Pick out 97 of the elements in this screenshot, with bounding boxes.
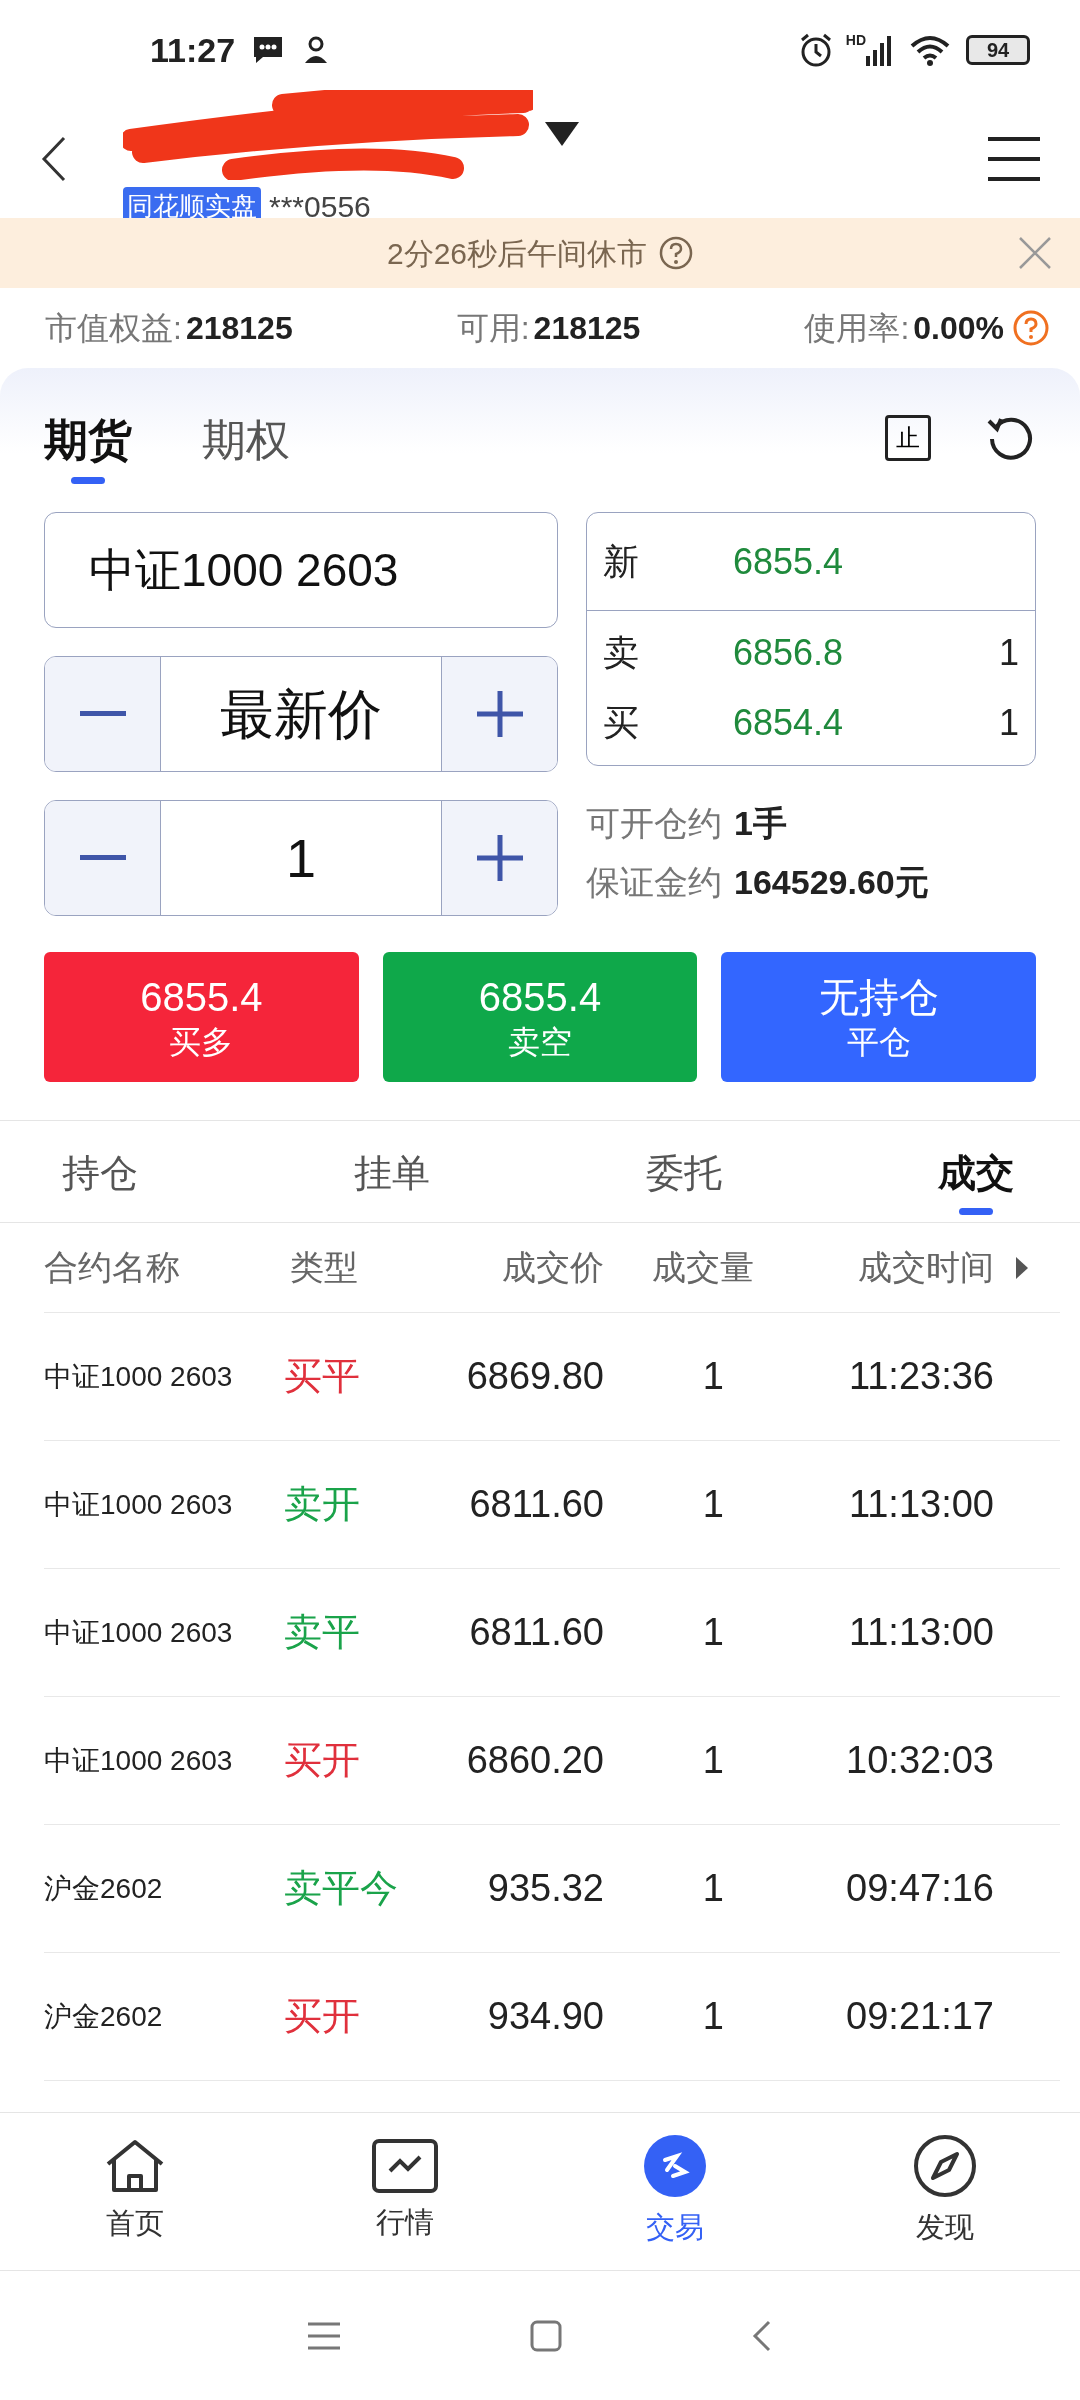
volume-cell-text: 1: [701, 1866, 724, 1911]
info-value: 164529.60元: [734, 862, 929, 903]
volume-cell-text: 1: [701, 1482, 724, 1527]
column-header: 成交量: [651, 1247, 754, 1288]
trade-type: 卖开: [284, 1482, 361, 1527]
price-cell-text: 6811.60: [468, 1610, 604, 1655]
contract-cell-text: 中证1000 2603: [44, 1743, 234, 1778]
price-cell-text: 934.90: [486, 1994, 604, 2039]
stepper-field[interactable]: 1: [44, 800, 558, 916]
summary-label: 市值权益:: [45, 309, 182, 348]
compass-icon: [913, 2133, 977, 2198]
plus-icon: [476, 835, 523, 881]
stepper-field[interactable]: 最新价: [44, 656, 558, 772]
quote-price: 6856.8: [733, 631, 845, 675]
nav-tab[interactable]: 交易: [540, 2133, 810, 2250]
volume-cell-text: 1: [701, 1354, 724, 1399]
column-header: 成交时间: [857, 1247, 994, 1288]
column-header: 成交价: [501, 1247, 604, 1288]
contract-field[interactable]: 中证1000 2603: [44, 512, 558, 628]
trade-icon: [643, 2133, 707, 2198]
banner-text: 2分26秒后午间休市: [386, 235, 648, 272]
trade-type: 买开: [284, 1738, 361, 1783]
dropdown-icon[interactable]: [545, 121, 579, 148]
help-icon[interactable]: [1012, 309, 1050, 347]
summary-value: 218125: [185, 309, 293, 348]
time-cell-text: 11:13:00: [847, 1482, 994, 1527]
quote-label: 卖: [603, 631, 640, 675]
volume-cell-text: 1: [701, 1738, 724, 1783]
wifi-icon: [910, 34, 950, 66]
trade-type: 卖平今: [284, 1866, 399, 1911]
quote-volume: 1: [998, 701, 1019, 745]
stop-label: 止: [896, 426, 920, 450]
nav-tab[interactable]: 首页: [0, 2137, 270, 2246]
plus-button[interactable]: [441, 657, 557, 771]
product-tab[interactable]: 期权: [202, 392, 290, 484]
quote-price: 6855.4: [733, 539, 844, 584]
trade-type: 买平: [284, 1354, 361, 1399]
back-icon[interactable]: [40, 135, 68, 183]
caret-right-icon[interactable]: [1016, 1256, 1028, 1279]
contract-cell-text: 中证1000 2603: [44, 1615, 234, 1650]
info-value: 1手: [734, 803, 787, 844]
list-tab[interactable]: 委托: [646, 1128, 722, 1215]
plus-button[interactable]: [441, 801, 557, 915]
battery-level: 94: [986, 40, 1010, 60]
info-label: 保证金约: [586, 862, 722, 903]
contract-cell-text: 中证1000 2603: [44, 1487, 234, 1522]
contract-name: 中证1000 2603: [89, 542, 399, 598]
quote-price: 6854.4: [733, 701, 845, 745]
contract-cell-text: 沪金2602: [44, 1999, 164, 2034]
quantity-value: 1: [284, 826, 317, 890]
time-cell-text: 10:32:03: [845, 1738, 994, 1783]
status-time: 11:27: [150, 29, 236, 71]
column-header: 合约名称: [44, 1247, 181, 1288]
price-cell-text: 935.32: [486, 1866, 604, 1911]
minus-icon: [79, 855, 126, 861]
quote-volume: 1: [998, 631, 1019, 675]
trade-type: 卖平: [284, 1610, 361, 1655]
close-icon[interactable]: [1018, 236, 1052, 270]
chart-icon: [372, 2138, 438, 2193]
help-icon[interactable]: [659, 236, 694, 270]
price-cell-text: 6811.60: [468, 1482, 604, 1527]
list-tab[interactable]: 持仓: [62, 1128, 138, 1215]
plus-icon: [476, 691, 523, 737]
column-header: 类型: [289, 1247, 359, 1288]
network-label: HD: [845, 31, 866, 50]
summary-value: 218125: [533, 309, 641, 348]
time-cell-text: 11:23:36: [847, 1354, 994, 1399]
contract-cell-text: 中证1000 2603: [44, 1359, 234, 1394]
nav-tab[interactable]: 发现: [810, 2133, 1080, 2250]
time-cell-text: 11:13:00: [847, 1610, 994, 1655]
trade-type: 买开: [284, 1994, 361, 2039]
quote-label: 买: [603, 701, 640, 745]
stop-icon[interactable]: 止: [885, 415, 931, 461]
price-value: 最新价: [219, 682, 383, 746]
home-button-icon[interactable]: [530, 2319, 562, 2352]
list-tab[interactable]: 成交: [938, 1128, 1014, 1215]
price-cell-text: 6869.80: [465, 1354, 604, 1399]
info-label: 可开仓约: [586, 803, 722, 844]
list-tab[interactable]: 挂单: [354, 1128, 430, 1215]
nav-tab[interactable]: 行情: [270, 2138, 540, 2245]
summary-value: 0.00%: [913, 309, 1004, 348]
time-cell-text: 09:21:17: [845, 1994, 994, 2039]
summary-label: 使用率:: [804, 309, 910, 348]
menu-icon[interactable]: [988, 137, 1040, 181]
contract-cell-text: 沪金2602: [44, 1871, 164, 1906]
summary-label: 可用:: [456, 309, 530, 348]
order-button[interactable]: 无持仓 平仓: [721, 952, 1036, 1082]
order-button[interactable]: 6855.4 买多: [44, 952, 359, 1082]
time-cell-text: 09:47:16: [845, 1866, 994, 1911]
minus-icon: [79, 711, 126, 717]
volume-cell-text: 1: [701, 1994, 724, 2039]
product-tab[interactable]: 期货: [44, 392, 132, 484]
signal-icon: [866, 34, 894, 66]
account-number: ***0556: [269, 188, 371, 225]
price-cell-text: 6860.20: [465, 1738, 604, 1783]
volume-cell-text: 1: [701, 1610, 724, 1655]
quote-label: 新: [603, 539, 640, 584]
